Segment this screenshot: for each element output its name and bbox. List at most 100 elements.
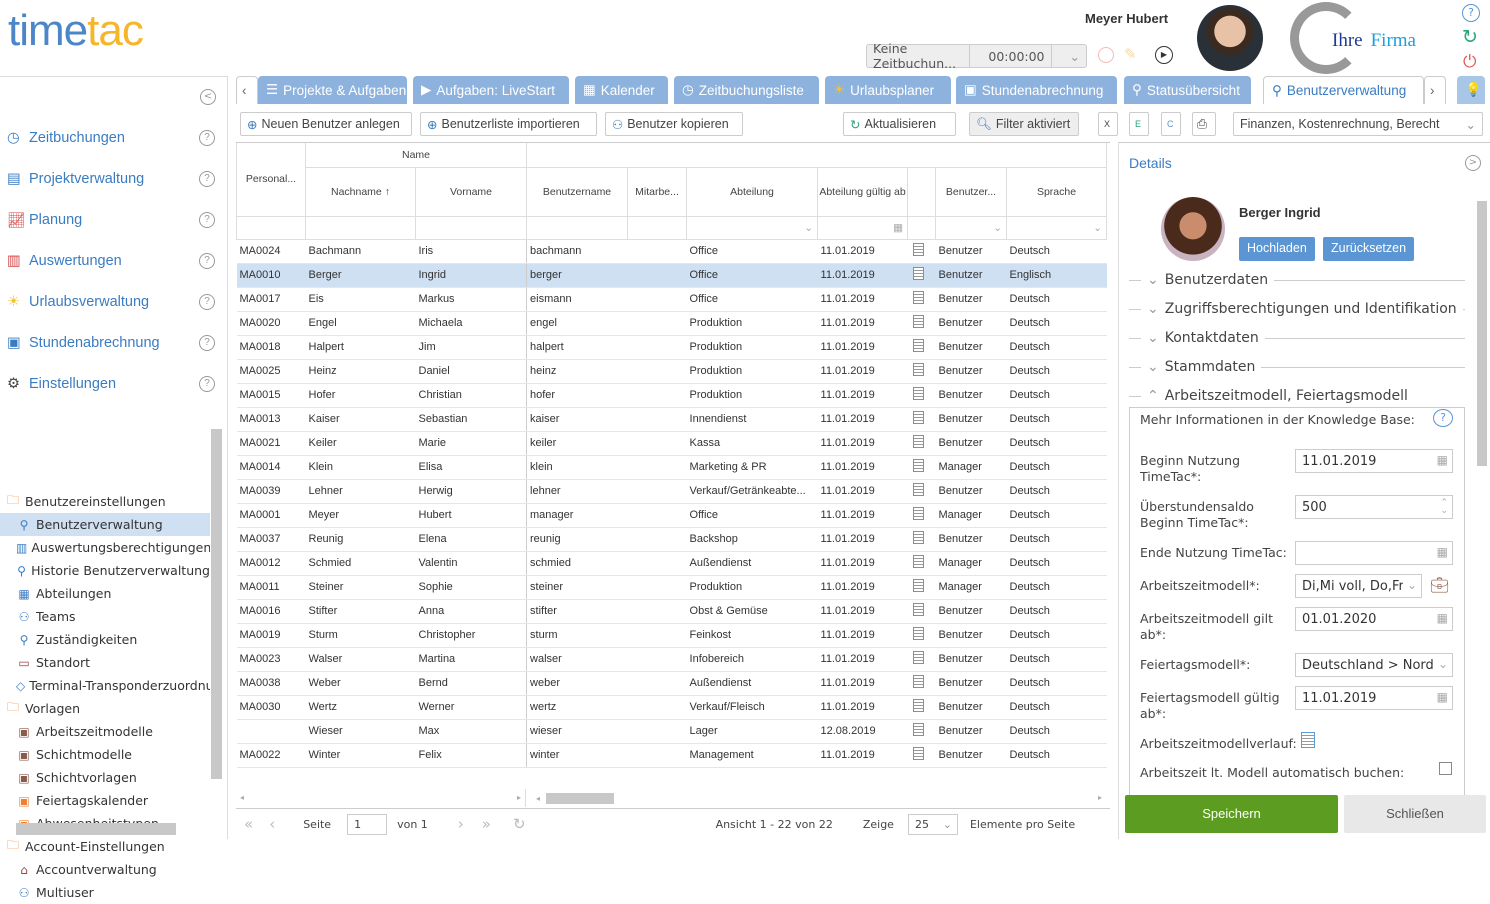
filter-cell[interactable]: ▦ [818, 216, 908, 239]
history-doc-icon[interactable] [913, 555, 924, 568]
table-row[interactable]: MA0019SturmChristophersturmFeinkost11.01… [237, 623, 1107, 647]
help-icon[interactable]: ? [199, 171, 215, 187]
section-4[interactable]: ⌄Stammdaten [1129, 359, 1465, 375]
history-doc-icon[interactable] [913, 363, 924, 376]
per-page-select[interactable]: 25⌄ [908, 814, 958, 835]
print-button[interactable]: ⎙ [1192, 112, 1216, 136]
lightbulb-icon[interactable]: 💡 [1457, 76, 1485, 104]
filter-cell[interactable]: ⌄ [687, 216, 818, 239]
azm-ab-date-field[interactable]: 01.01.2020▦ [1295, 607, 1453, 631]
filter-cell[interactable]: ⌄ [1007, 216, 1107, 239]
import-user-list-button[interactable]: ⊕Benutzerliste importieren [420, 112, 597, 136]
tab-stundenabrechnung[interactable]: ▣Stundenabrechnung [956, 76, 1117, 104]
nav-item-urlaubsverwaltung[interactable]: ☀Urlaubsverwaltung? [7, 291, 217, 313]
history-doc-icon[interactable] [1301, 732, 1315, 748]
save-button[interactable]: Speichern [1125, 795, 1338, 833]
section-3[interactable]: ⌄Kontaktdaten [1129, 330, 1465, 346]
table-row[interactable]: MA0039LehnerHerwiglehnerVerkauf/Getränke… [237, 479, 1107, 503]
export-excel-button[interactable]: X [1098, 112, 1118, 136]
tree-item[interactable]: ⚇Teams [0, 605, 210, 628]
table-row[interactable]: MA0023WalserMartinawalserInfobereich11.0… [237, 647, 1107, 671]
help-icon[interactable]: ? [1462, 4, 1480, 22]
tab-urlaubsplaner[interactable]: ☀Urlaubsplaner [825, 76, 951, 104]
history-doc-icon[interactable] [913, 699, 924, 712]
timer-widget[interactable]: Keine Zeitbuchun... 00:00:00 ⌄ [866, 44, 1087, 68]
sidebar-scrollbar[interactable] [211, 429, 222, 779]
table-row[interactable]: MA0015HoferChristianhoferProduktion11.01… [237, 383, 1107, 407]
table-row[interactable]: MA0001MeyerHubertmanagerOffice11.01.2019… [237, 503, 1107, 527]
export-e-button[interactable]: E [1129, 112, 1149, 136]
tree-item[interactable]: 🗀Vorlagen [0, 697, 210, 720]
history-doc-icon[interactable] [913, 339, 924, 352]
tab-aufgaben-livestart[interactable]: ▶Aufgaben: LiveStart [413, 76, 569, 104]
filter-cell[interactable] [527, 216, 628, 239]
help-icon[interactable]: ? [199, 335, 215, 351]
history-doc-icon[interactable] [913, 507, 924, 520]
col-header[interactable]: Abteilung [687, 167, 818, 216]
prev-page-icon[interactable]: ‹ [269, 815, 275, 833]
table-row[interactable]: MA0010BergerIngridbergerOffice11.01.2019… [237, 263, 1107, 287]
table-row[interactable]: MA0018HalpertJimhalpertProduktion11.01.2… [237, 335, 1107, 359]
filter-cell[interactable] [908, 216, 936, 239]
chevron-down-icon[interactable]: ⌄ [1147, 272, 1159, 288]
tree-item[interactable]: ▭Standort [0, 651, 210, 674]
col-header[interactable]: Mitarbe... [628, 167, 687, 216]
table-row[interactable]: MA0016StifterAnnastifterObst & Gemüse11.… [237, 599, 1107, 623]
table-row[interactable]: MA0038WeberBerndweberAußendienst11.01.20… [237, 671, 1107, 695]
nav-item-zeitbuchungen[interactable]: ◷Zeitbuchungen? [7, 127, 217, 149]
table-row[interactable]: MA0014KleinElisakleinMarketing & PR11.01… [237, 455, 1107, 479]
sidebar-hscrollbar[interactable] [16, 823, 176, 835]
table-row[interactable]: MA0024BachmannIrisbachmannOffice11.01.20… [237, 239, 1107, 263]
upload-button[interactable]: Hochladen [1239, 237, 1315, 261]
tree-item[interactable]: ▣Schichtvorlagen [0, 766, 210, 789]
history-doc-icon[interactable] [913, 267, 924, 280]
col-header[interactable]: Benutzername [527, 167, 628, 216]
filter-button[interactable]: 🔍︎Filter aktiviert [969, 112, 1079, 136]
reload-icon[interactable]: ↻ [513, 815, 526, 833]
power-icon[interactable]: ⏻ [1463, 52, 1476, 72]
table-row[interactable]: MA0025HeinzDanielheinzProduktion11.01.20… [237, 359, 1107, 383]
col-header[interactable] [908, 167, 936, 216]
history-doc-icon[interactable] [913, 243, 924, 256]
table-row[interactable]: MA0017EisMarkuseismannOffice11.01.2019Be… [237, 287, 1107, 311]
timetac-logo[interactable]: timetac [8, 6, 143, 56]
first-page-icon[interactable]: « [244, 815, 253, 833]
reset-button[interactable]: Zurücksetzen [1323, 237, 1414, 261]
refresh-button[interactable]: ↻Aktualisieren [843, 112, 956, 136]
col-header[interactable]: Sprache [1007, 167, 1107, 216]
history-doc-icon[interactable] [913, 603, 924, 616]
section-1[interactable]: ⌄Benutzerdaten [1129, 272, 1465, 288]
col-header[interactable]: Vorname [416, 167, 527, 216]
ende-date-field[interactable]: ▦ [1295, 541, 1453, 565]
tab-kalender[interactable]: ▦Kalender [575, 76, 668, 104]
table-row[interactable]: MA0021KeilerMariekeilerKassa11.01.2019Be… [237, 431, 1107, 455]
history-doc-icon[interactable] [913, 747, 924, 760]
next-page-icon[interactable]: › [458, 815, 464, 833]
history-doc-icon[interactable] [913, 483, 924, 496]
table-row[interactable]: MA0012SchmiedValentinschmiedAußendienst1… [237, 551, 1107, 575]
tab-zeitbuchungsliste[interactable]: ◷Zeitbuchungsliste [674, 76, 819, 104]
col-header[interactable]: Benutzer... [936, 167, 1007, 216]
tree-item[interactable]: ⚇Multiuser [0, 881, 210, 904]
group-select[interactable]: Finanzen, Kostenrechnung, Berecht⌄ [1233, 112, 1483, 136]
tab-benutzerverwaltung[interactable]: ⚲Benutzerverwaltung [1263, 76, 1424, 104]
saldo-stepper[interactable]: 500⌃⌄ [1295, 495, 1453, 519]
help-icon[interactable]: ? [199, 130, 215, 146]
collapse-sidebar-icon[interactable]: < [200, 89, 216, 105]
tree-item[interactable]: 🗀Benutzereinstellungen [0, 490, 210, 513]
refresh-icon[interactable]: ↻ [1462, 26, 1478, 48]
export-csv-button[interactable]: C [1161, 112, 1181, 136]
history-doc-icon[interactable] [913, 291, 924, 304]
col-header[interactable]: Nachname↑ [306, 167, 416, 216]
nav-item-planung[interactable]: 📈︎Planung? [7, 209, 217, 231]
nav-item-auswertungen[interactable]: ▥Auswertungen? [7, 250, 217, 272]
copy-user-button[interactable]: ⚇Benutzer kopieren [605, 112, 743, 136]
azm-select[interactable]: Di,Mi voll, Do,Fr⌄ [1295, 574, 1422, 598]
tab-statusübersicht[interactable]: ⚲Statusübersicht [1124, 76, 1251, 104]
chevron-down-icon[interactable]: ⌄ [1147, 330, 1159, 346]
stop-icon[interactable] [1098, 47, 1114, 63]
history-doc-icon[interactable] [913, 651, 924, 664]
details-scrollbar[interactable] [1477, 201, 1487, 466]
chevron-down-icon[interactable]: ⌄ [1147, 359, 1159, 375]
table-row[interactable]: MA0037ReunigElenareunigBackshop11.01.201… [237, 527, 1107, 551]
